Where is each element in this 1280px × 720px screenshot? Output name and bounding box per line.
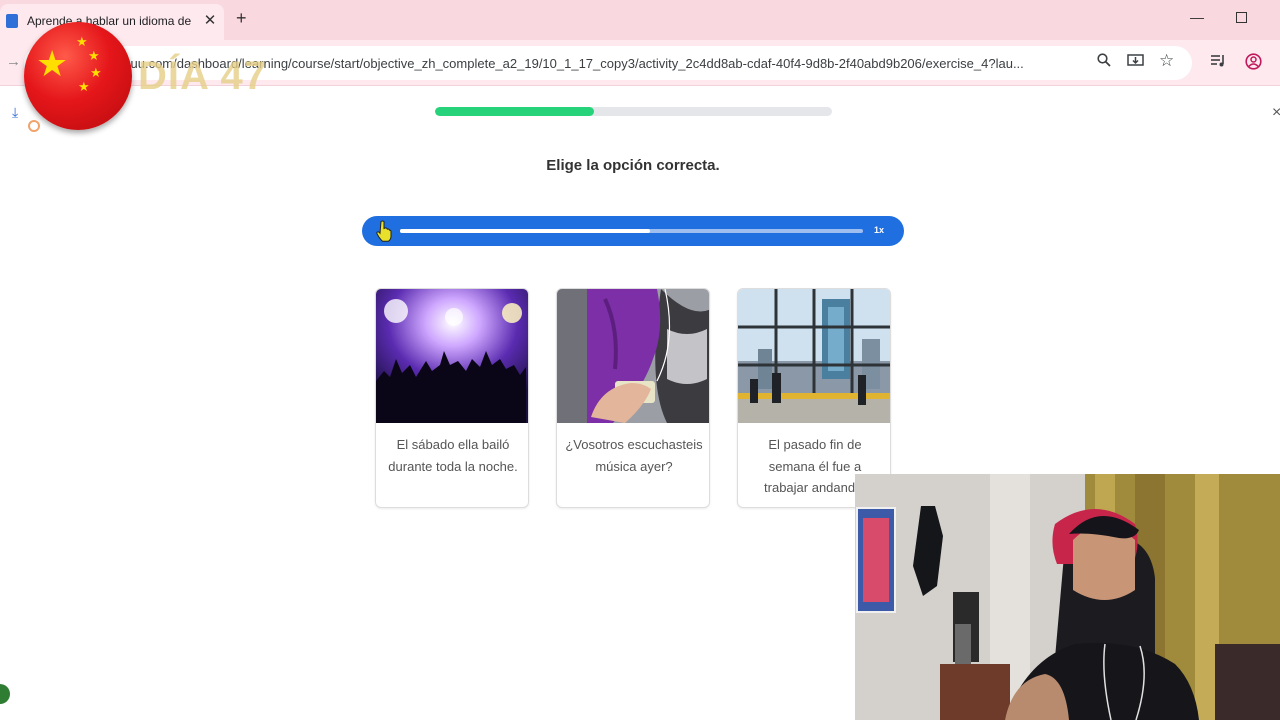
audio-seek-track[interactable] (400, 229, 863, 233)
lesson-progress-fill (435, 107, 594, 116)
exercise-instruction: Elige la opción correcta. (546, 157, 720, 174)
bookmark-star-icon[interactable]: ☆ (1159, 51, 1174, 71)
restore-window-button[interactable] (1236, 12, 1247, 23)
china-flag-icon: ★ ★ ★ ★ ★ (24, 22, 132, 130)
tab-title: Aprende a hablar un idioma de (27, 14, 192, 28)
day-counter-label: DÍA 47 (138, 54, 268, 98)
new-tab-button[interactable]: + (236, 8, 247, 29)
minimize-button[interactable]: — (1190, 9, 1204, 25)
recording-badge-icon (28, 120, 40, 132)
close-exercise-icon[interactable]: × (1272, 104, 1280, 122)
browser-tab-bar: Aprende a hablar un idioma de ✕ + — (0, 0, 1280, 40)
tab-close-icon[interactable]: ✕ (202, 11, 218, 29)
option-card[interactable]: ¿Vosotros escuchasteis música ayer? (556, 288, 710, 508)
forward-arrow-icon[interactable]: → (6, 53, 21, 70)
office-window-city-image (738, 289, 890, 423)
option-text: El sábado ella bailó durante toda la noc… (388, 437, 518, 474)
zoom-icon[interactable] (1097, 53, 1111, 67)
media-control-icon[interactable] (1210, 53, 1226, 67)
download-icon[interactable]: ⤓ (12, 104, 18, 121)
profile-avatar-icon[interactable] (1245, 53, 1262, 70)
help-chat-icon[interactable] (0, 684, 10, 704)
audio-player[interactable]: 1x (362, 216, 904, 246)
phone-music-earphones-image (557, 289, 709, 423)
hand-cursor-icon (376, 220, 392, 247)
audio-speed-button[interactable]: 1x (874, 225, 884, 235)
lesson-progress-bar (435, 107, 832, 116)
url-text: suu.com/dashboard/learning/course/start/… (124, 56, 1024, 71)
option-text: ¿Vosotros escuchasteis música ayer? (565, 437, 703, 474)
install-app-icon[interactable] (1127, 53, 1144, 68)
site-favicon-icon (6, 14, 18, 28)
webcam-feed (855, 474, 1280, 720)
concert-crowd-image (376, 289, 528, 423)
audio-seek-fill (400, 229, 651, 233)
option-card[interactable]: El sábado ella bailó durante toda la noc… (375, 288, 529, 508)
